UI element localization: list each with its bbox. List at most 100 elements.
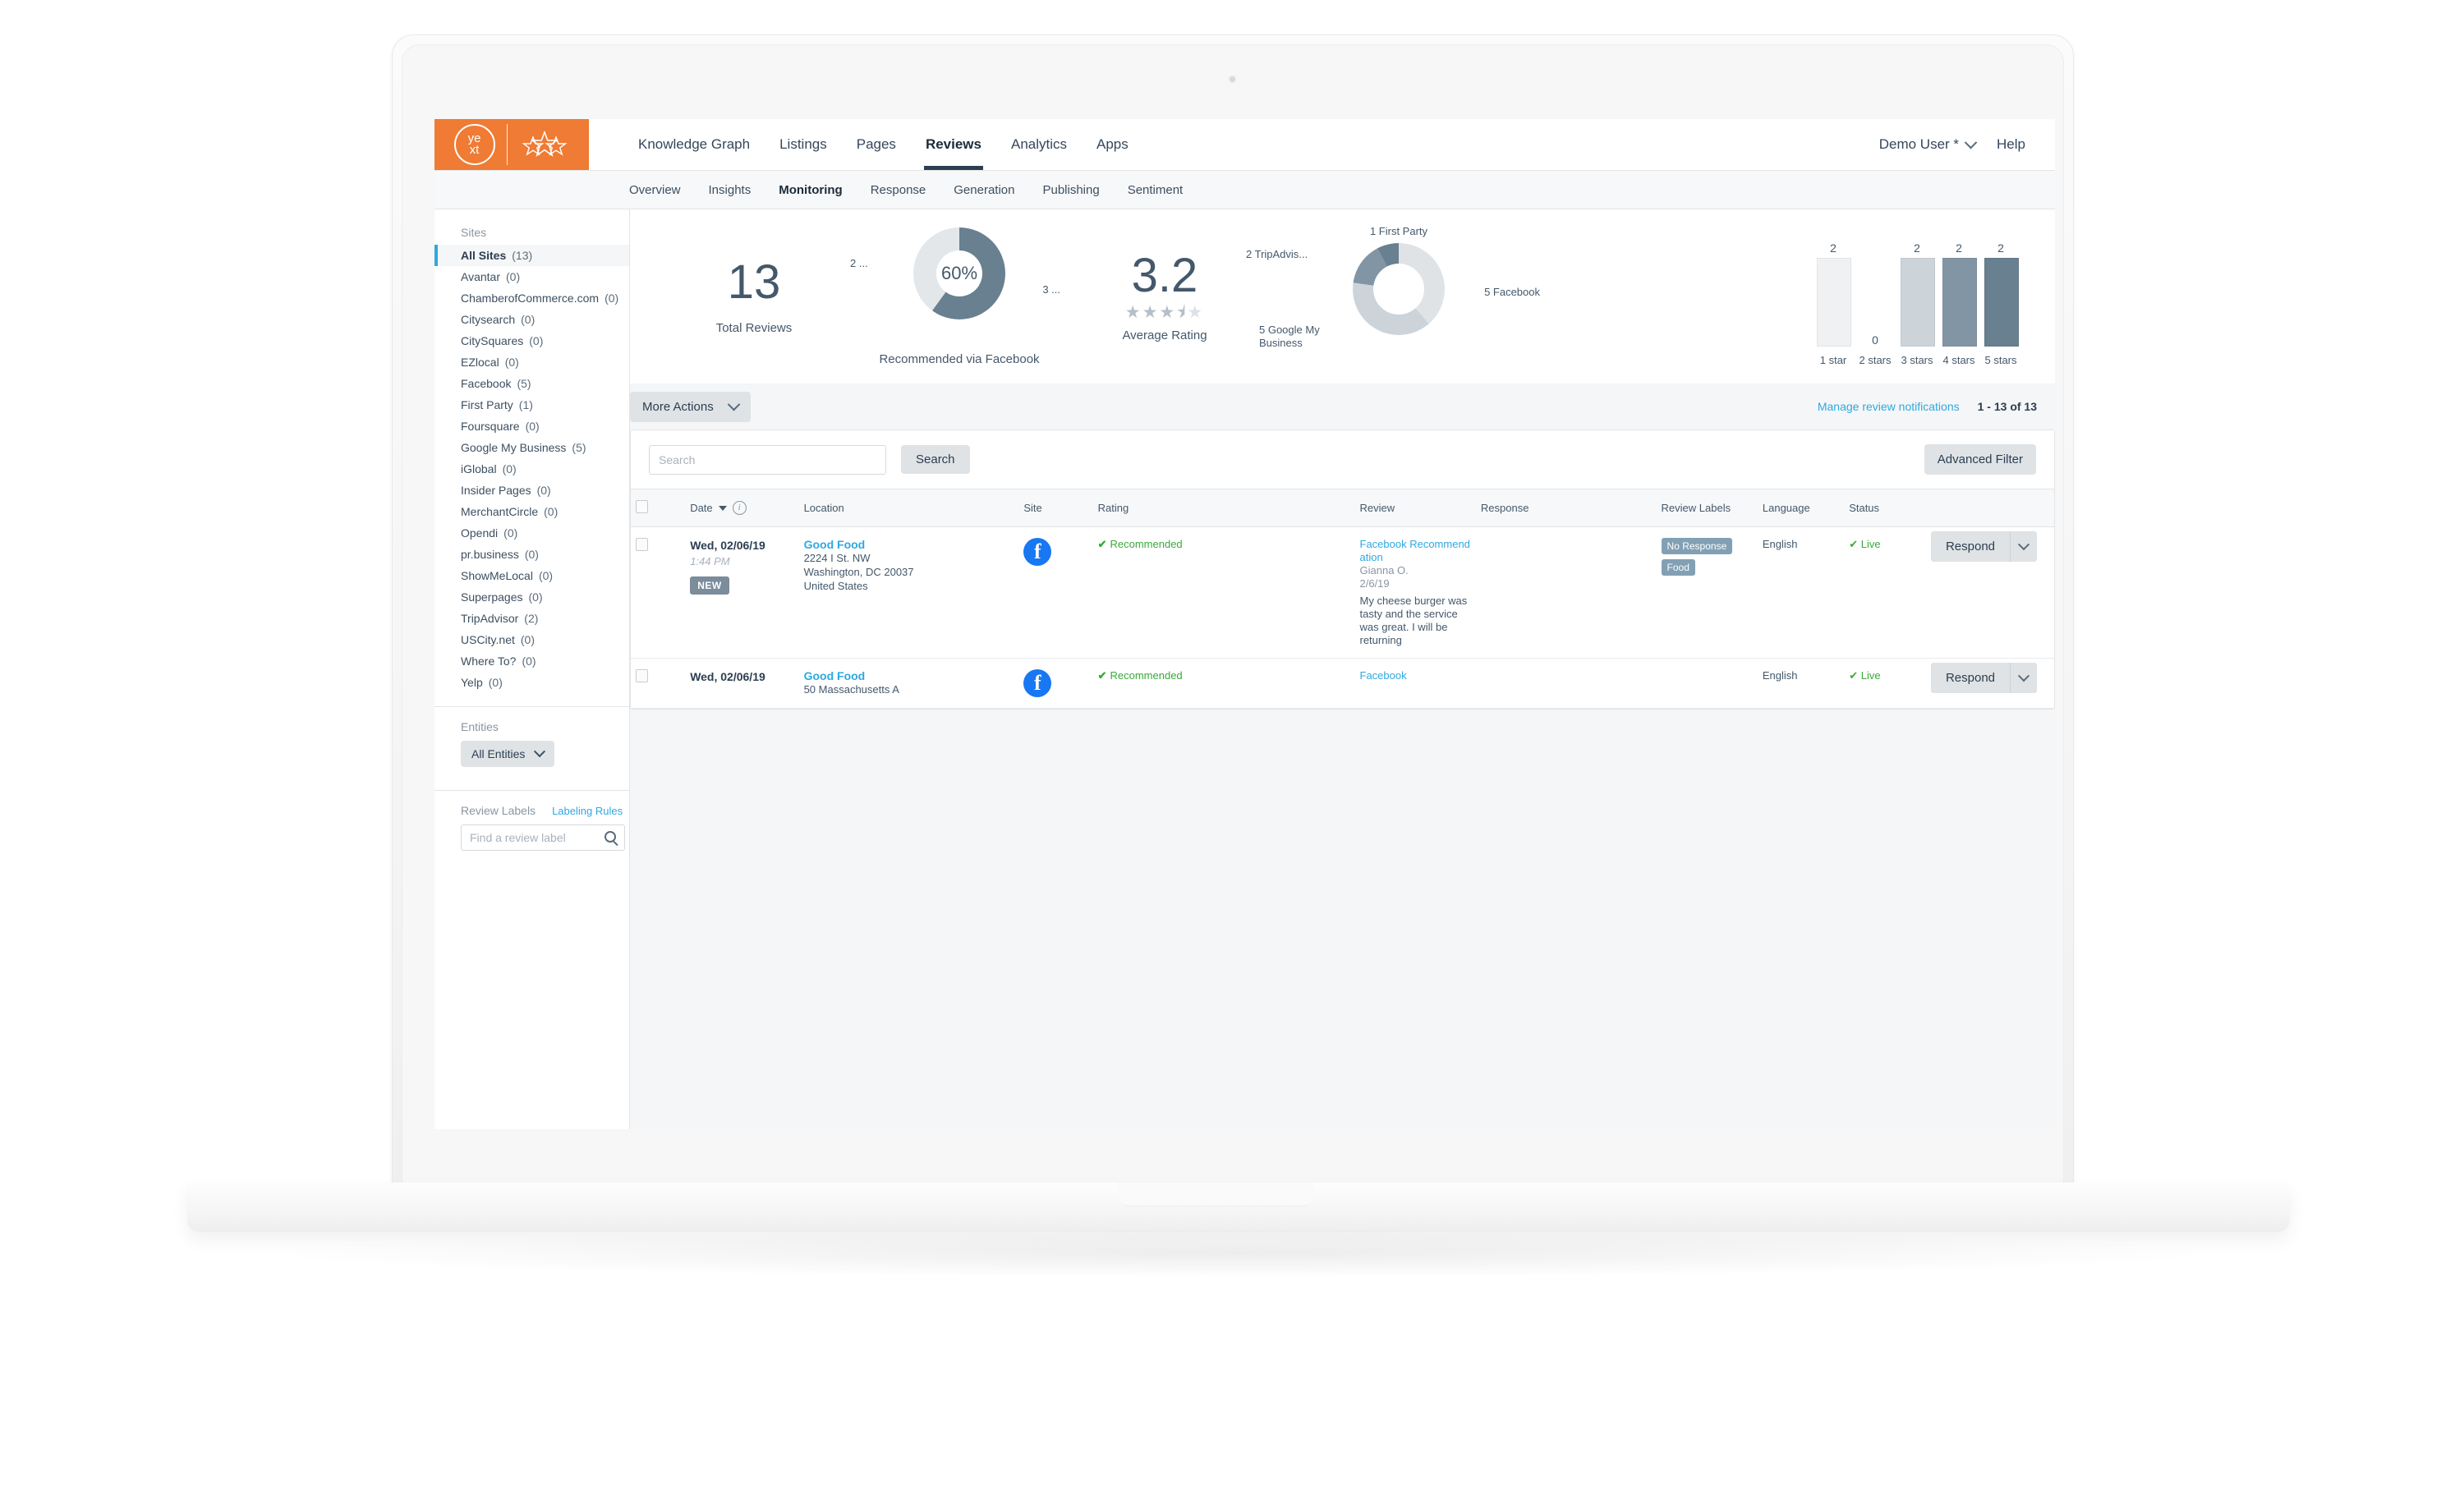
help-link[interactable]: Help (1997, 119, 2025, 170)
toolbar-right-group: Manage review notifications 1 - 13 of 13 (1818, 400, 2037, 413)
sidebar-item-all-sites[interactable]: All Sites (13) (434, 245, 629, 266)
nav-item-listings[interactable]: Listings (765, 119, 842, 170)
sidebar-item-superpages[interactable]: Superpages (0) (434, 586, 629, 608)
sub-nav-items: Overview Insights Monitoring Response Ge… (589, 183, 1197, 197)
header-date[interactable]: Date i (685, 489, 799, 527)
sidebar-item-google-my-business[interactable]: Google My Business (5) (434, 437, 629, 458)
sidebar-item-chamberofcommerce[interactable]: ChamberofCommerce.com (0) (434, 287, 629, 309)
sidebar-item-label: ChamberofCommerce.com (461, 292, 600, 305)
sidebar-item-citysquares[interactable]: CitySquares (0) (434, 330, 629, 351)
sidebar-item-count: (0) (488, 676, 503, 689)
tab-publishing[interactable]: Publishing (1028, 183, 1113, 197)
yext-logo[interactable]: ye xt (434, 119, 589, 170)
recommended-donut-chart: 60% 2 ... 3 ... Recommended via Facebook (840, 227, 1078, 366)
main-nav-items: Knowledge Graph Listings Pages Reviews A… (589, 119, 1879, 170)
review-date: 2/6/19 (1359, 577, 1390, 590)
row-checkbox[interactable] (636, 538, 648, 551)
nav-item-analytics[interactable]: Analytics (996, 119, 1082, 170)
sidebar-item-label: First Party (461, 398, 513, 411)
sidebar-item-pr-business[interactable]: pr.business (0) (434, 544, 629, 565)
star-icon-2: ★ (1142, 302, 1160, 322)
average-rating-label: Average Rating (1122, 328, 1207, 342)
respond-dropdown-button[interactable] (2010, 663, 2037, 693)
review-title-link[interactable]: Facebook Recommendation (1360, 538, 1471, 564)
row-rating-cell: ✔ Recommended (1092, 658, 1276, 709)
tab-sentiment[interactable]: Sentiment (1114, 183, 1198, 197)
sidebar-item-iglobal[interactable]: iGlobal (0) (434, 458, 629, 480)
header-review-labels[interactable]: Review Labels (1656, 489, 1758, 527)
review-label-tag[interactable]: Food (1661, 559, 1695, 576)
header-status[interactable]: Status (1844, 489, 2054, 527)
user-menu[interactable]: Demo User * (1878, 119, 1978, 170)
more-actions-label: More Actions (642, 399, 714, 414)
review-label-tag[interactable]: No Response (1661, 538, 1733, 554)
sidebar-item-citysearch[interactable]: Citysearch (0) (434, 309, 629, 330)
advanced-filter-button[interactable]: Advanced Filter (1924, 444, 2036, 475)
entities-section: Entities All Entities (434, 707, 629, 767)
table-row[interactable]: Wed, 02/06/19 Good Food 50 Massachusetts… (631, 658, 2054, 709)
header-location[interactable]: Location (798, 489, 1019, 527)
row-checkbox[interactable] (636, 669, 648, 682)
search-button[interactable]: Search (901, 445, 970, 474)
review-label-search-input[interactable]: Find a review label (461, 824, 625, 851)
sidebar-item-yelp[interactable]: Yelp (0) (434, 672, 629, 693)
tab-insights[interactable]: Insights (695, 183, 765, 197)
user-menu-label: Demo User * (1878, 136, 1960, 152)
location-link[interactable]: Good Food (804, 538, 1014, 551)
sidebar-item-merchantcircle[interactable]: MerchantCircle (0) (434, 501, 629, 522)
header-site[interactable]: Site (1018, 489, 1093, 527)
respond-button[interactable]: Respond (1930, 663, 2010, 693)
sidebar-item-label: ShowMeLocal (461, 569, 533, 582)
sidebar-item-label: Avantar (461, 270, 500, 283)
search-input[interactable]: Search (649, 444, 886, 475)
sidebar-item-facebook[interactable]: Facebook (5) (434, 373, 629, 394)
sidebar-item-tripadvisor[interactable]: TripAdvisor (2) (434, 608, 629, 629)
respond-button[interactable]: Respond (1930, 531, 2010, 562)
header-review[interactable]: Review (1354, 489, 1476, 527)
sidebar-item-where-to[interactable]: Where To? (0) (434, 650, 629, 672)
sidebar-item-count: (0) (528, 590, 543, 604)
manage-review-notifications-link[interactable]: Manage review notifications (1818, 400, 1960, 413)
sidebar-item-ezlocal[interactable]: EZlocal (0) (434, 351, 629, 373)
all-entities-select[interactable]: All Entities (461, 741, 555, 767)
bar-label-4-stars: 4 stars (1942, 354, 1975, 366)
search-icon (605, 831, 616, 843)
chevron-down-icon (2017, 669, 2030, 682)
nav-item-reviews[interactable]: Reviews (911, 119, 996, 170)
respond-dropdown-button[interactable] (2010, 531, 2037, 562)
sidebar-item-first-party[interactable]: First Party (1) (434, 394, 629, 416)
sidebar-item-uscity-net[interactable]: USCity.net (0) (434, 629, 629, 650)
sites-donut-hole (1373, 264, 1424, 315)
three-stars-icon (521, 131, 568, 157)
tab-monitoring[interactable]: Monitoring (765, 183, 856, 197)
review-title-link[interactable]: Facebook (1360, 669, 1471, 682)
table-search-row: Search Search Advanced Filter (631, 430, 2054, 489)
header-rating[interactable]: Rating (1092, 489, 1276, 527)
table-row[interactable]: Wed, 02/06/19 1:44 PM NEW Good Food 2224… (631, 526, 2054, 659)
sidebar-item-showmelocal[interactable]: ShowMeLocal (0) (434, 565, 629, 586)
sites-label-facebook: 5 Facebook (1484, 286, 1540, 298)
tab-generation[interactable]: Generation (940, 183, 1028, 197)
select-all-checkbox[interactable] (636, 500, 648, 513)
location-link[interactable]: Good Food (804, 669, 1014, 682)
main-content: 13 Total Reviews 60% 2 ... 3 ... Recomme… (630, 209, 2055, 1129)
row-labels-cell (1656, 658, 1758, 709)
tab-response[interactable]: Response (857, 183, 940, 197)
nav-item-knowledge-graph[interactable]: Knowledge Graph (623, 119, 765, 170)
sidebar-item-foursquare[interactable]: Foursquare (0) (434, 416, 629, 437)
sidebar-item-opendi[interactable]: Opendi (0) (434, 522, 629, 544)
nav-item-pages[interactable]: Pages (842, 119, 911, 170)
reviews-table-card: Search Search Advanced Filter Date i Loc… (630, 429, 2055, 710)
labeling-rules-link[interactable]: Labeling Rules (552, 805, 623, 817)
info-icon[interactable]: i (732, 501, 747, 515)
sidebar-item-count: (0) (521, 313, 536, 326)
more-actions-button[interactable]: More Actions (630, 391, 751, 422)
bar-label-2-stars: 2 stars (1859, 354, 1892, 366)
header-response[interactable]: Response (1475, 489, 1657, 527)
sidebar-item-insider-pages[interactable]: Insider Pages (0) (434, 480, 629, 501)
nav-item-apps[interactable]: Apps (1082, 119, 1143, 170)
sidebar-item-avantar[interactable]: Avantar (0) (434, 266, 629, 287)
sidebar-sites-title: Sites (461, 226, 487, 239)
tab-overview[interactable]: Overview (615, 183, 695, 197)
header-language[interactable]: Language (1757, 489, 1845, 527)
